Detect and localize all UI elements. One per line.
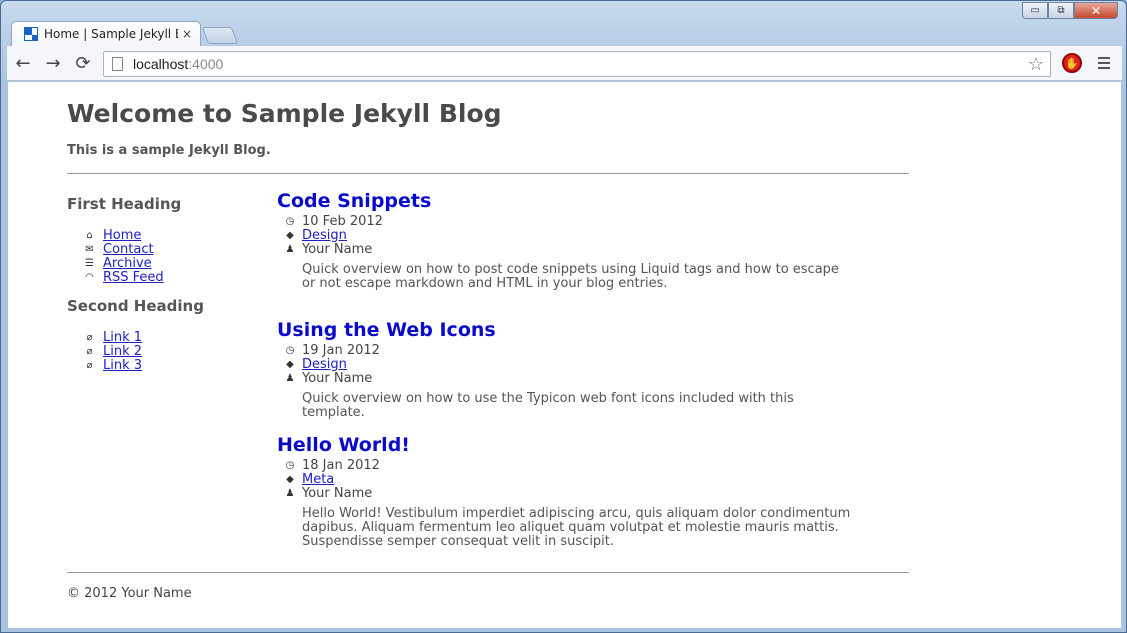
post-date-text: 10 Feb 2012 — [302, 213, 383, 229]
post-author-text: Your Name — [302, 485, 373, 501]
new-tab-button[interactable] — [201, 27, 239, 44]
forward-icon[interactable]: → — [39, 49, 67, 77]
sidebar-link-3[interactable]: Link 3 — [103, 358, 142, 373]
rss-icon: ◠ — [85, 271, 94, 283]
menu-icon[interactable] — [1094, 52, 1114, 74]
maximize-button[interactable]: ⧉ — [1048, 2, 1074, 19]
post-title-link[interactable]: Code Snippets — [277, 190, 857, 212]
browser-toolbar: ← → ⟳ localhost:4000 ☆ ✋ — [7, 46, 1122, 81]
clock-icon: ◷ — [285, 215, 295, 227]
post-date: ◷ 10 Feb 2012 — [277, 213, 857, 229]
sidebar-item-link-1[interactable]: ⌀ Link 1 — [83, 330, 267, 345]
post-author: ♟ Your Name — [277, 485, 857, 501]
post-author-text: Your Name — [302, 370, 373, 386]
post-tag-link[interactable]: Design — [302, 357, 347, 372]
post-meta: ◷ 19 Jan 2012 ◆ Design ♟ Your Name — [277, 342, 857, 386]
sidebar-nav: ⌂ Home ✉ Contact ☰ Archive ◠ RSS Feed — [67, 228, 267, 285]
sidebar-second-heading: Second Heading — [67, 297, 204, 315]
sidebar-item-contact[interactable]: ✉ Contact — [83, 242, 267, 257]
sidebar-item-link-3[interactable]: ⌀ Link 3 — [83, 358, 267, 373]
post-meta: ◷ 10 Feb 2012 ◆ Design ♟ Your Name — [277, 213, 857, 257]
post-date: ◷ 18 Jan 2012 — [277, 457, 857, 473]
mail-icon: ✉ — [85, 243, 94, 255]
post-excerpt: Hello World! Vestibulum imperdiet adipis… — [302, 506, 851, 549]
window-controls: ▭ ⧉ ✕ — [1022, 2, 1118, 19]
post-date-text: 19 Jan 2012 — [302, 342, 380, 358]
clock-icon: ◷ — [285, 344, 295, 356]
post-excerpt: Quick overview on how to post code snipp… — [302, 262, 839, 291]
post-entry: Code Snippets ◷ 10 Feb 2012 ◆ Design ♟ Your… — [277, 190, 857, 291]
post-title-link[interactable]: Using the Web Icons — [277, 319, 857, 341]
url-port: :4000 — [188, 56, 224, 72]
favicon-icon — [24, 27, 38, 41]
sidebar-item-home[interactable]: ⌂ Home — [83, 228, 267, 243]
post-author-text: Your Name — [302, 241, 373, 257]
footer-text: © 2012 Your Name — [67, 586, 192, 601]
post-author: ♟ Your Name — [277, 241, 857, 257]
sidebar-link-contact[interactable]: Contact — [103, 242, 154, 257]
close-window-button[interactable]: ✕ — [1074, 2, 1118, 19]
list-icon: ☰ — [85, 257, 94, 269]
sidebar-item-archive[interactable]: ☰ Archive — [83, 256, 267, 271]
home-icon: ⌂ — [86, 229, 93, 241]
sidebar-link-home[interactable]: Home — [103, 228, 141, 243]
post-tag: ◆ Design — [277, 357, 857, 372]
tag-icon: ◆ — [286, 473, 294, 485]
user-icon: ♟ — [285, 243, 295, 255]
adblock-extension-icon[interactable]: ✋ — [1062, 53, 1082, 73]
tag-icon: ◆ — [286, 229, 294, 241]
sidebar-item-rss[interactable]: ◠ RSS Feed — [83, 270, 267, 285]
header-divider — [67, 173, 909, 174]
address-bar[interactable]: localhost:4000 ☆ — [103, 51, 1051, 77]
post-tag: ◆ Meta — [277, 472, 857, 487]
page-icon — [112, 57, 123, 71]
link-icon: ⌀ — [86, 345, 93, 357]
tab-strip: Home | Sample Jekyll Blog × — [11, 21, 239, 46]
url-host: localhost — [133, 56, 189, 72]
sidebar-link-1[interactable]: Link 1 — [103, 330, 142, 345]
back-icon[interactable]: ← — [9, 49, 37, 77]
clock-icon: ◷ — [285, 459, 295, 471]
post-date-text: 18 Jan 2012 — [302, 457, 380, 473]
reload-icon[interactable]: ⟳ — [69, 49, 97, 77]
tag-icon: ◆ — [286, 358, 294, 370]
post-excerpt: Quick overview on how to use the Typicon… — [302, 391, 794, 420]
post-tag-link[interactable]: Design — [302, 228, 347, 243]
sidebar-link-rss[interactable]: RSS Feed — [103, 270, 164, 285]
sidebar-links: ⌀ Link 1 ⌀ Link 2 ⌀ Link 3 — [67, 330, 267, 373]
tab-home[interactable]: Home | Sample Jekyll Blog × — [11, 21, 201, 46]
post-tag: ◆ Design — [277, 228, 857, 243]
sidebar-first-heading: First Heading — [67, 195, 182, 213]
post-title-link[interactable]: Hello World! — [277, 434, 857, 456]
bookmark-star-icon[interactable]: ☆ — [1028, 54, 1044, 75]
tab-title: Home | Sample Jekyll Blog — [44, 27, 178, 41]
post-entry: Using the Web Icons ◷ 19 Jan 2012 ◆ Design… — [277, 319, 857, 420]
site-description: This is a sample Jekyll Blog. — [67, 143, 271, 158]
post-date: ◷ 19 Jan 2012 — [277, 342, 857, 358]
sidebar-link-2[interactable]: Link 2 — [103, 344, 142, 359]
post-meta: ◷ 18 Jan 2012 ◆ Meta ♟ Your Name — [277, 457, 857, 501]
sidebar: First Heading ⌂ Home ✉ Contact ☰ Archive ◠ R… — [67, 195, 267, 373]
site-title: Welcome to Sample Jekyll Blog — [67, 99, 502, 128]
post-entry: Hello World! ◷ 18 Jan 2012 ◆ Meta ♟ Your Na… — [277, 434, 857, 549]
link-icon: ⌀ — [86, 359, 93, 371]
page-content: Welcome to Sample Jekyll Blog This is a … — [8, 82, 1121, 628]
user-icon: ♟ — [285, 487, 295, 499]
link-icon: ⌀ — [86, 331, 93, 343]
footer-divider — [67, 572, 909, 573]
post-author: ♟ Your Name — [277, 370, 857, 386]
tab-close-icon[interactable]: × — [182, 27, 192, 41]
sidebar-item-link-2[interactable]: ⌀ Link 2 — [83, 344, 267, 359]
browser-window: ▭ ⧉ ✕ Home | Sample Jekyll Blog × ← → ⟳ … — [0, 0, 1127, 633]
user-icon: ♟ — [285, 372, 295, 384]
post-tag-link[interactable]: Meta — [302, 472, 334, 487]
sidebar-link-archive[interactable]: Archive — [103, 256, 152, 271]
minimize-button[interactable]: ▭ — [1022, 2, 1048, 19]
